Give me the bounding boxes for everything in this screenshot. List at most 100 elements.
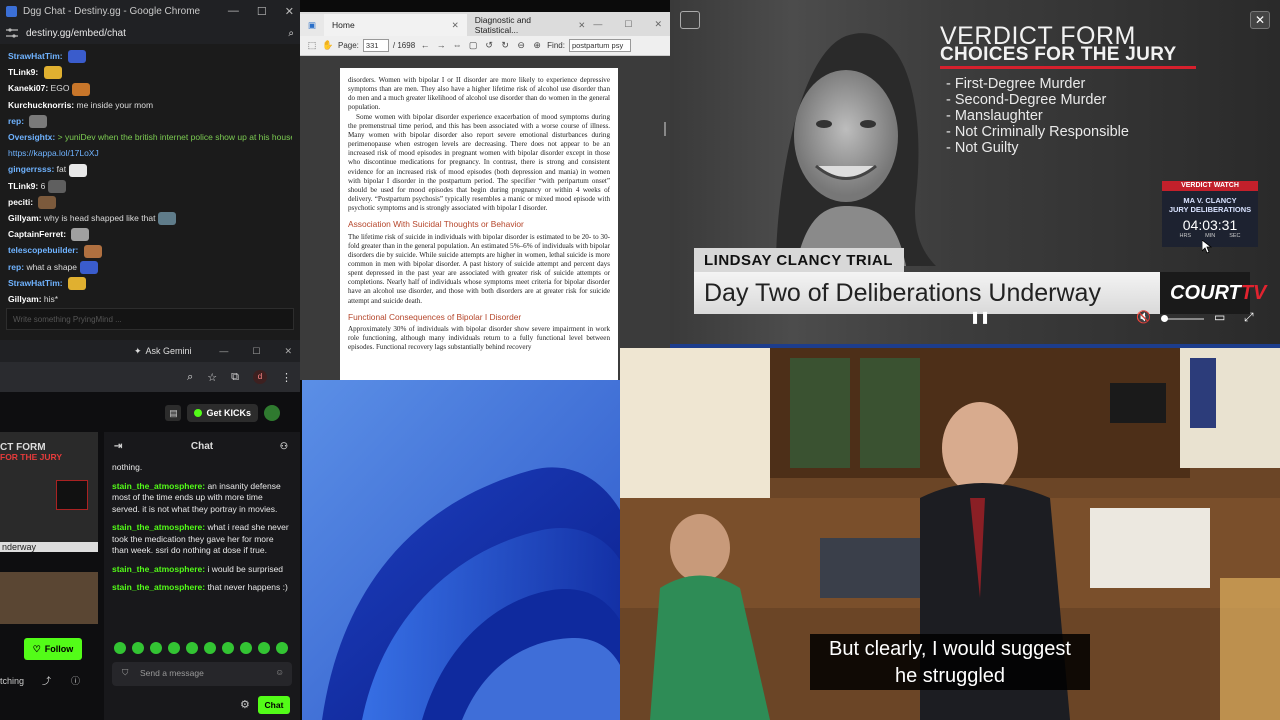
follow-button[interactable]: ♡ Follow: [24, 638, 82, 660]
chat-username[interactable]: stain_the_atmosphere:: [112, 582, 205, 592]
minimize-icon[interactable]: —: [593, 19, 602, 30]
minimize-icon[interactable]: —: [219, 346, 228, 357]
emote-icon[interactable]: [168, 642, 180, 654]
emote-icon[interactable]: [132, 642, 144, 654]
emoji-icon[interactable]: ☺: [275, 667, 284, 677]
prev-page-icon[interactable]: ←: [419, 40, 431, 51]
zoom-icon[interactable]: ⌕: [288, 28, 294, 39]
pdf-scrollbar[interactable]: [664, 122, 666, 136]
next-page-icon[interactable]: →: [435, 40, 447, 51]
page-number-input[interactable]: 331: [362, 39, 389, 52]
chat-username[interactable]: Kurchucknorris:: [8, 100, 74, 110]
bookmark-star-icon[interactable]: ☆: [207, 371, 217, 384]
fit-width-icon[interactable]: ⇔: [451, 40, 463, 51]
courtroom-video-feed[interactable]: But clearly, I would suggest he struggle…: [620, 348, 1280, 720]
tab-document[interactable]: Diagnostic and Statistical... ✕: [467, 14, 594, 36]
court-tv-video-player[interactable]: VERDICT FORM CHOICES FOR THE JURY - Firs…: [670, 0, 1280, 348]
chat-send-button[interactable]: Chat: [258, 696, 290, 714]
mute-icon[interactable]: 🔇: [1136, 310, 1151, 324]
collapse-chat-icon[interactable]: ⇥: [114, 441, 122, 452]
ask-gemini-button[interactable]: Ask Gemini: [146, 346, 192, 356]
rotate-left-icon[interactable]: ↺: [483, 40, 495, 51]
paragraph: disorders. Women with bipolar I or II di…: [348, 76, 610, 112]
stream-secondary-thumbnail[interactable]: [0, 572, 98, 624]
verdict-choice: - Not Guilty: [946, 140, 1019, 156]
select-tool-icon[interactable]: ⬚: [306, 40, 318, 51]
emote-icon[interactable]: [114, 642, 126, 654]
tab-home-active[interactable]: Home ✕: [324, 14, 467, 36]
chat-username[interactable]: rep:: [8, 262, 24, 272]
pause-icon[interactable]: ❚❚: [970, 310, 990, 324]
emote-icon[interactable]: [258, 642, 270, 654]
chat-username[interactable]: Oversightx:: [8, 132, 55, 142]
dgg-chat-input[interactable]: Write something PryingMind ...: [6, 308, 294, 330]
home-icon: ▣: [308, 19, 317, 30]
find-input[interactable]: postpartum psy: [568, 39, 631, 52]
dgg-chat-lines: StrawHatTim: TLink9: Kaneki07: EGO Kurchu…: [0, 46, 300, 304]
dgg-chat-line: Oversightx: > yuniDev when the british i…: [8, 129, 292, 145]
chat-username[interactable]: Gillyam:: [8, 213, 42, 223]
close-icon[interactable]: ✕: [285, 5, 294, 18]
emote-icon[interactable]: [240, 642, 252, 654]
layout-icon[interactable]: ▤: [165, 405, 182, 421]
maximize-icon[interactable]: ☐: [257, 5, 267, 18]
chat-username[interactable]: StrawHatTim:: [8, 278, 63, 288]
maximize-icon[interactable]: ☐: [252, 346, 260, 357]
minimize-icon[interactable]: —: [228, 5, 239, 18]
emote-icon[interactable]: [186, 642, 198, 654]
send-message-input[interactable]: ⛉ Send a message ☺: [112, 662, 292, 686]
info-icon[interactable]: ⓘ: [71, 676, 80, 686]
close-tab-icon[interactable]: ✕: [578, 20, 585, 31]
user-avatar[interactable]: [264, 405, 280, 421]
get-kicks-button[interactable]: Get KICKs: [187, 404, 258, 422]
volume-slider[interactable]: [1161, 315, 1204, 322]
captions-icon[interactable]: ▭: [1214, 310, 1225, 324]
rotate-right-icon[interactable]: ↻: [499, 40, 511, 51]
extensions-icon[interactable]: ⧉: [231, 371, 239, 384]
emote-icon[interactable]: [222, 642, 234, 654]
chat-username[interactable]: gingerrsss:: [8, 164, 54, 174]
chat-message-text[interactable]: https://kappa.lol/17LoXJ: [8, 148, 99, 158]
maximize-icon[interactable]: ☐: [624, 19, 632, 30]
chat-username[interactable]: Kaneki07:: [8, 83, 48, 93]
chat-username[interactable]: telescopebuilder:: [8, 245, 78, 255]
emote-icon[interactable]: [276, 642, 288, 654]
hand-tool-icon[interactable]: ✋: [322, 40, 334, 51]
chat-username[interactable]: Gillyam:: [8, 294, 42, 304]
chat-username[interactable]: peciti:: [8, 197, 33, 207]
profile-avatar[interactable]: d: [253, 370, 267, 384]
fullscreen-icon[interactable]: ⤢: [1244, 310, 1254, 325]
menu-kebab-icon[interactable]: ⋮: [281, 371, 292, 384]
dgg-address-bar[interactable]: destiny.gg/embed/chat ⌕: [0, 22, 300, 44]
chat-users-icon[interactable]: ⚇: [280, 441, 288, 452]
emote-icon[interactable]: [204, 642, 216, 654]
chat-username[interactable]: CaptainFerret:: [8, 229, 66, 239]
fit-page-icon[interactable]: ▢: [467, 40, 479, 51]
chat-username[interactable]: TLink9:: [8, 67, 38, 77]
dgg-chat-line: Kurchucknorris: me inside your mom: [8, 97, 292, 113]
tab-home[interactable]: ▣: [300, 14, 325, 36]
chat-message-text: why is head shapped like that: [43, 213, 156, 224]
zoom-icon[interactable]: ⌕: [187, 371, 193, 384]
site-settings-icon[interactable]: [6, 28, 18, 38]
chat-username[interactable]: stain_the_atmosphere:: [112, 522, 205, 532]
chat-emote-icon: [29, 115, 48, 129]
chat-username[interactable]: TLink9:: [8, 181, 38, 191]
share-icon[interactable]: ⤴: [42, 676, 51, 686]
close-tab-icon[interactable]: ✕: [452, 20, 459, 31]
chat-settings-gear-icon[interactable]: ⚙: [240, 698, 250, 711]
emote-icon[interactable]: [150, 642, 162, 654]
close-icon[interactable]: ✕: [654, 19, 662, 30]
close-icon[interactable]: ✕: [1250, 11, 1270, 29]
google-lens-icon[interactable]: [680, 11, 700, 29]
chat-username[interactable]: StrawHatTim:: [8, 51, 63, 61]
chat-username[interactable]: rep:: [8, 116, 24, 126]
chat-username[interactable]: stain_the_atmosphere:: [112, 481, 205, 491]
chat-username[interactable]: stain_the_atmosphere:: [112, 564, 205, 574]
dgg-chat-line: rep:: [8, 113, 292, 129]
gemini-sparkle-icon[interactable]: ✦: [134, 346, 142, 357]
zoom-out-icon[interactable]: ⊖: [515, 40, 527, 51]
zoom-in-icon[interactable]: ⊕: [531, 40, 543, 51]
close-icon[interactable]: ✕: [284, 346, 292, 357]
stream-preview-thumbnail[interactable]: CT FORM FOR THE JURY nderway: [0, 432, 98, 552]
